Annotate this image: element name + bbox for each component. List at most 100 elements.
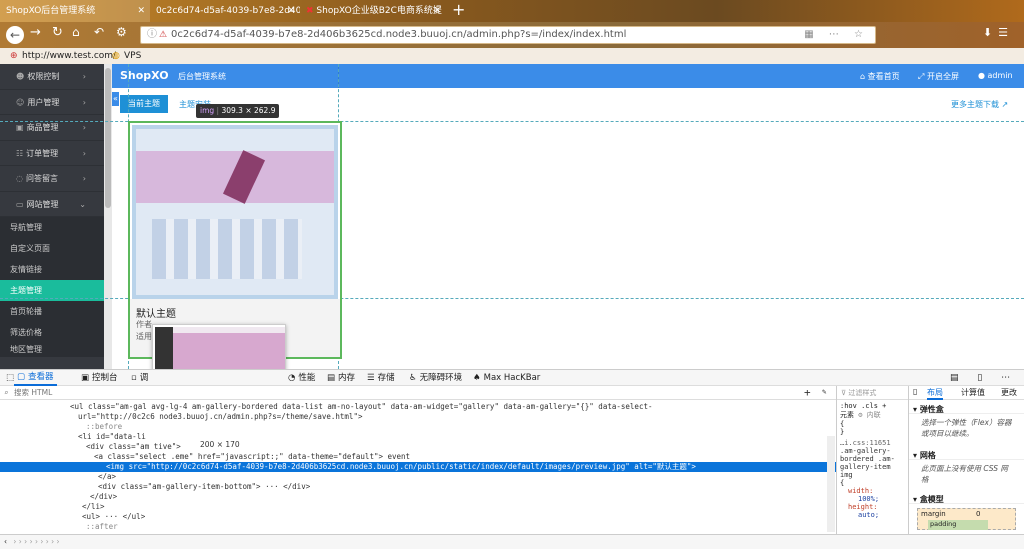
browser-tab-shopxo-admin[interactable]: ShopXO后台管理系统 ✕: [0, 0, 150, 22]
code-line[interactable]: <a class="select .eme" href="javascript:…: [0, 452, 836, 462]
html-search-input[interactable]: [14, 387, 214, 398]
sidebar-item-orders[interactable]: ☷ 订单管理 ›: [0, 141, 104, 166]
bookmark-vps[interactable]: VPS: [124, 48, 141, 64]
sidebar-item-goods[interactable]: ▣ 商品管理 ›: [0, 115, 104, 141]
box-model-title[interactable]: ▾ 盒模型: [909, 490, 1024, 504]
css-value[interactable]: 100%;: [858, 495, 879, 503]
sidebar-sub-region[interactable]: 地区管理: [0, 343, 104, 357]
url-action-icons[interactable]: ▦ ⋯ ☆: [804, 27, 869, 43]
sidebar-scrollbar[interactable]: [104, 64, 112, 369]
tab-storage[interactable]: ☰ 存储: [364, 370, 398, 386]
code-line[interactable]: <ul class="am-gal avg-lg-4 am-gallery-bo…: [0, 402, 836, 412]
gear-icon[interactable]: ⚙: [858, 411, 862, 419]
css-value[interactable]: auto;: [858, 511, 879, 519]
hackbar-icon: ♠: [473, 373, 481, 383]
tab-inspector[interactable]: ▢ 查看器: [14, 370, 57, 386]
user-menu[interactable]: ● admin: [978, 71, 1013, 80]
sidebar-item-users[interactable]: ☺ 用户管理 ›: [0, 90, 104, 115]
code-line[interactable]: <div class="am-gallery-item-bottom"> ···…: [0, 482, 836, 492]
style-filter-input[interactable]: ⊽ 过滤样式: [837, 386, 908, 400]
memory-icon: ▤: [327, 373, 336, 383]
code-line[interactable]: </li>: [0, 502, 836, 512]
url-text: 0c2c6d74-d5af-4039-b7e8-2d406b3625cd.nod…: [171, 29, 627, 40]
bookmark-test[interactable]: http://www.test.com/: [22, 48, 116, 64]
tab-memory[interactable]: ▤ 内存: [324, 370, 358, 386]
sidebar-sub-price-filter[interactable]: 筛选价格: [0, 322, 104, 343]
sidebar-sub-nav[interactable]: 导航管理: [0, 217, 104, 238]
html-search-bar: ⌕ + ✎: [0, 386, 836, 400]
browser-tab-shopxo-b2c[interactable]: ✖ ShopXO企业级B2C电商系统提 ✕: [300, 0, 446, 22]
rule-brace: {: [840, 479, 845, 487]
hov-toggle[interactable]: :hov: [840, 402, 857, 410]
browser-tab-node[interactable]: 0c2c6d74-d5af-4039-b7e8-2d406 ✕: [150, 0, 300, 22]
code-line[interactable]: <div class="am tive">: [0, 442, 836, 452]
css-property[interactable]: width:: [848, 487, 873, 495]
popup-size-label: 200 × 170: [200, 440, 240, 449]
css-rules-pane: ⊽ 过滤样式 :hov .cls + 元素 ⚙ 内联 { } …i.css:11…: [836, 386, 908, 534]
breadcrumb-prev-icon[interactable]: ‹: [0, 537, 11, 546]
sidebar-item-site[interactable]: ▭ 网站管理 ⌄: [0, 192, 104, 217]
reload-icon[interactable]: ↻: [52, 25, 63, 40]
chevron-right-icon: ›: [82, 174, 86, 183]
gear-icon[interactable]: ⚙: [116, 25, 127, 39]
cls-toggle[interactable]: .cls: [861, 402, 878, 410]
tab-layout[interactable]: 布局: [927, 387, 943, 400]
tab-console[interactable]: ▣ 控制台: [78, 370, 121, 386]
close-icon[interactable]: ✕: [287, 0, 295, 22]
code-line[interactable]: </div>: [0, 492, 836, 502]
tab-changes[interactable]: 更改: [1001, 387, 1023, 398]
caret-down-icon: ▾: [913, 451, 918, 460]
tab-title: ShopXO后台管理系统: [6, 6, 96, 16]
dock-icon[interactable]: ▯: [913, 387, 917, 396]
add-node-icon[interactable]: +: [804, 386, 811, 399]
sidebar-item-permissions[interactable]: ☻ 权限控制 ›: [0, 64, 104, 90]
sidebar-sub-links[interactable]: 友情链接: [0, 259, 104, 280]
tab-computed[interactable]: 计算值: [961, 387, 985, 398]
toolbar-icons[interactable]: ⬇☰: [983, 26, 1014, 39]
chevron-right-icon: ›: [82, 148, 86, 158]
monitor-icon: ▭: [16, 199, 24, 209]
home-icon[interactable]: ⌂: [72, 25, 80, 39]
rule-source[interactable]: …i.css:11651: [840, 439, 905, 447]
theme-preview-image[interactable]: [132, 125, 338, 299]
html-pane-scrollbar[interactable]: [827, 436, 835, 532]
tab-debugger[interactable]: ▫ 调: [128, 370, 151, 386]
grid-section-title[interactable]: ▾ 网格: [909, 446, 1024, 460]
code-line-selected[interactable]: <img src="http://0c2c6d74-d5af-4039-b7e8…: [0, 462, 836, 472]
code-line[interactable]: ::after: [0, 522, 836, 532]
back-icon[interactable]: ←: [6, 26, 24, 44]
code-line[interactable]: <ul> ··· </ul>: [0, 512, 836, 522]
undo-icon[interactable]: ↶: [94, 25, 104, 39]
add-rule-icon[interactable]: +: [882, 402, 886, 410]
tab-accessibility[interactable]: ♿ 无障碍环境: [406, 370, 465, 386]
flex-section-title[interactable]: ▾ 弹性盒: [909, 400, 1024, 414]
sidebar-item-qa[interactable]: ◌ 问答留言 ›: [0, 166, 104, 192]
layout-pane: ▯ 布局 计算值 更改 ▾ 弹性盒 选择一个弹性（Flex）容器或项目以继续。 …: [908, 386, 1024, 534]
sidebar-item-label: 用户管理: [27, 97, 60, 107]
code-line[interactable]: url="http://0c2c6 node3.buuoj.cn/admin.p…: [0, 412, 836, 422]
storage-icon: ☰: [367, 373, 375, 383]
tab-performance[interactable]: ◔ 性能: [285, 370, 318, 386]
dom-breadcrumb: ‹ › › › › › › › › ›: [0, 534, 1024, 549]
eyedropper-icon[interactable]: ✎: [822, 387, 827, 396]
css-property[interactable]: height:: [848, 503, 878, 511]
close-icon[interactable]: ✕: [137, 0, 145, 22]
tab-hackbar[interactable]: ♠ Max HacKBar: [470, 370, 543, 386]
sidebar-sub-custom-page[interactable]: 自定义页面: [0, 238, 104, 259]
fullscreen-link[interactable]: ⤢ 开启全屏: [918, 71, 959, 82]
collapse-toggle-icon[interactable]: «: [112, 92, 119, 106]
caret-down-icon: ▾: [913, 495, 918, 504]
view-home-link[interactable]: ⌂ 查看首页: [860, 71, 900, 82]
sidebar-sub-slider[interactable]: 首页轮播: [0, 301, 104, 322]
code-line[interactable]: ::before: [0, 422, 836, 432]
close-icon[interactable]: ✕: [433, 0, 441, 22]
new-tab-button[interactable]: +: [452, 0, 465, 20]
theme-content: « 当前主题 主题安装 更多主题下载 ↗ img | 309.3 × 262.9…: [0, 64, 1024, 436]
code-line[interactable]: <li id="data-li: [0, 432, 836, 442]
more-themes-link[interactable]: 更多主题下载 ↗: [951, 99, 1008, 110]
scrollbar-thumb[interactable]: [105, 68, 111, 208]
url-bar[interactable]: ⓘ ⚠ 0c2c6d74-d5af-4039-b7e8-2d406b3625cd…: [140, 26, 876, 44]
code-line[interactable]: </a>: [0, 472, 836, 482]
forward-icon[interactable]: →: [30, 25, 41, 40]
accessibility-icon: ♿: [409, 373, 417, 383]
